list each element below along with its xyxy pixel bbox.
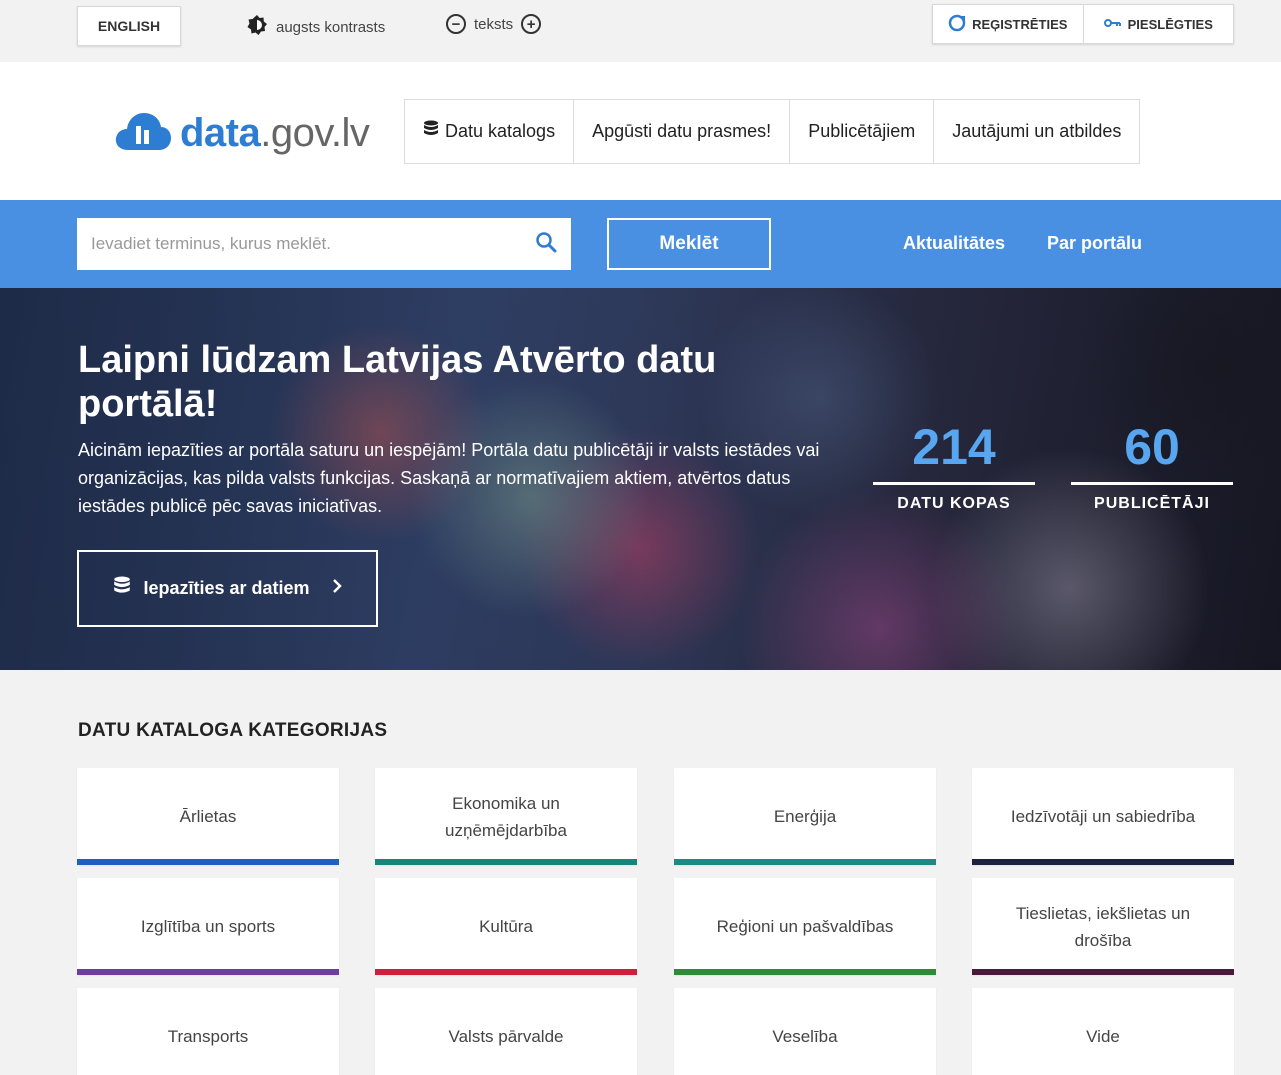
category-label: Kultūra (479, 917, 533, 936)
stat-number: 214 (873, 416, 1035, 485)
category-card[interactable]: Izglītība un sports (77, 878, 339, 975)
category-card[interactable]: Ekonomika un uzņēmējdarbība (375, 768, 637, 865)
auth-group: REĢISTRĒTIES PIESLĒGTIES (932, 4, 1234, 44)
category-card[interactable]: Reģioni un pašvaldības (674, 878, 936, 975)
contrast-label: augsts kontrasts (276, 18, 386, 36)
category-card[interactable]: Ārlietas (77, 768, 339, 865)
category-label: Reģioni un pašvaldības (716, 917, 894, 936)
category-color-bar (77, 969, 339, 975)
cloud-icon (114, 110, 172, 157)
category-color-bar (674, 969, 936, 975)
search-button[interactable]: Meklēt (607, 218, 771, 270)
category-card[interactable]: Vide (972, 988, 1234, 1075)
category-card[interactable]: Tieslietas, iekšlietas un drošība (972, 878, 1234, 975)
hero-title: Laipni lūdzam Latvijas Atvērto datu port… (78, 339, 717, 425)
category-label: Vide (1086, 1027, 1120, 1046)
hero-description: Aicinām iepazīties ar portāla saturu un … (78, 440, 820, 516)
category-card[interactable]: Enerģija (674, 768, 936, 865)
logo-wordmark: data.gov.lv (180, 111, 370, 156)
category-color-bar (375, 859, 637, 865)
category-color-bar (375, 969, 637, 975)
site-header: data.gov.lv Datu katalogs Apgūsti datu p… (0, 62, 1281, 200)
text-increase-button[interactable]: + (521, 14, 542, 34)
category-color-bar (972, 969, 1234, 975)
chevron-right-icon (332, 578, 342, 599)
category-label: Iedzīvotāji un sabiedrība (1010, 807, 1196, 826)
stat-number: 60 (1071, 416, 1233, 485)
search-band: Meklēt Aktualitātes Par portālu (0, 200, 1281, 288)
text-decrease-button[interactable]: − (446, 14, 466, 34)
text-size-label: teksts (474, 15, 514, 33)
category-color-bar (972, 859, 1234, 865)
category-card[interactable]: Iedzīvotāji un sabiedrība (972, 768, 1234, 865)
logo-main: data (180, 111, 261, 155)
utility-bar: ENGLISH augsts kontrasts − teksts + REĢI… (0, 0, 1281, 62)
category-label: Ārlietas (179, 807, 237, 826)
key-icon (1103, 17, 1122, 32)
stat-publishers: 60 PUBLICĒTĀJI (1071, 416, 1233, 513)
explore-data-button[interactable]: Iepazīties ar datiem (77, 550, 378, 627)
nav-label: Datu katalogs (445, 121, 556, 141)
login-label: PIESLĒGTIES (1127, 16, 1213, 32)
stat-datasets: 214 DATU KOPAS (873, 416, 1035, 513)
category-label: Enerģija (773, 807, 837, 826)
search-input[interactable] (91, 234, 535, 254)
main-navigation: Datu katalogs Apgūsti datu prasmes! Publ… (404, 99, 1141, 164)
category-label: Valsts pārvalde (448, 1027, 564, 1046)
category-label: Veselība (772, 1027, 838, 1046)
category-card[interactable]: Veselība (674, 988, 936, 1075)
category-label: Izglītība un sports (140, 917, 276, 936)
language-button[interactable]: ENGLISH (77, 6, 181, 46)
nav-item-apgusti-datu-prasmes[interactable]: Apgūsti datu prasmes! (574, 100, 791, 163)
category-label: Ekonomika un uzņēmējdarbība (445, 793, 567, 840)
register-label: REĢISTRĒTIES (972, 16, 1068, 32)
category-card[interactable]: Transports (77, 988, 339, 1075)
category-label: Tieslietas, iekšlietas un drošība (1015, 903, 1191, 950)
database-icon (113, 576, 131, 601)
explore-data-label: Iepazīties ar datiem (143, 578, 310, 598)
about-portal-link[interactable]: Par portālu (1047, 233, 1142, 254)
search-icon[interactable] (535, 231, 557, 258)
categories-heading: DATU KATALOGA KATEGORIJAS (78, 720, 388, 741)
stat-label: PUBLICĒTĀJI (1094, 495, 1210, 512)
database-icon (423, 120, 439, 143)
contrast-icon (246, 14, 268, 40)
login-button[interactable]: PIESLĒGTIES (1084, 5, 1234, 43)
search-field-wrapper (77, 218, 571, 270)
nav-item-jautajumi-un-atbildes[interactable]: Jautājumi un atbildes (934, 100, 1139, 163)
stat-label: DATU KOPAS (897, 495, 1011, 512)
text-size-controls: − teksts + (446, 14, 542, 34)
site-logo[interactable]: data.gov.lv (114, 110, 370, 157)
news-link[interactable]: Aktualitātes (903, 233, 1005, 254)
category-label: Transports (167, 1027, 249, 1046)
logo-domain: .gov.lv (260, 111, 370, 155)
nav-item-datu-katalogs[interactable]: Datu katalogs (405, 100, 575, 163)
register-button[interactable]: REĢISTRĒTIES (933, 5, 1083, 43)
category-card[interactable]: Valsts pārvalde (375, 988, 637, 1075)
category-color-bar (674, 859, 936, 865)
category-card[interactable]: Kultūra (375, 878, 637, 975)
nav-item-publicetajiem[interactable]: Publicētājiem (790, 100, 935, 163)
category-color-bar (77, 859, 339, 865)
high-contrast-toggle[interactable]: augsts kontrasts (246, 14, 385, 40)
globe-icon (948, 14, 966, 35)
hero-banner: Laipni lūdzam Latvijas Atvērto datu port… (0, 288, 1281, 670)
